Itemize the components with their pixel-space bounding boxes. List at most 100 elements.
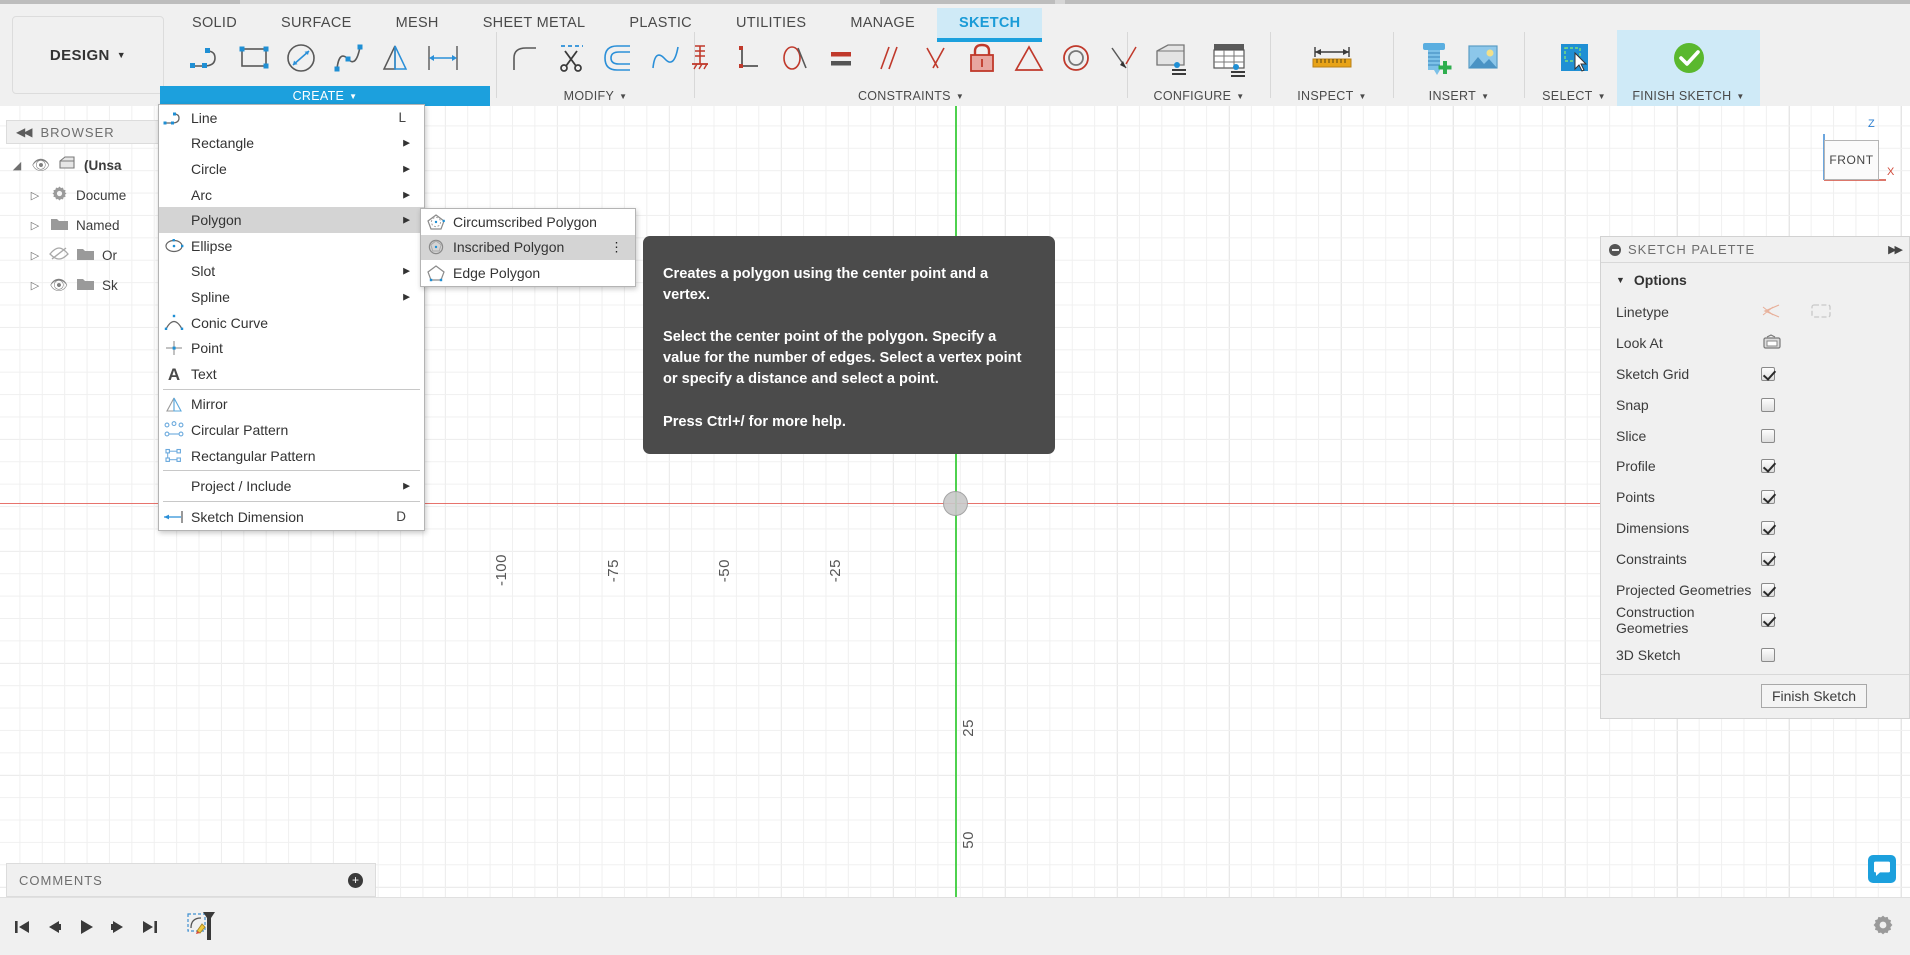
expand-arrow-icon[interactable]: ▷ [24,189,46,202]
expand-arrow-icon[interactable]: ▷ [24,249,46,262]
menu-item-circular-pattern[interactable]: Circular Pattern [159,417,424,443]
play-icon[interactable] [70,907,102,947]
visibility-eye-icon[interactable]: 👁 [46,276,72,294]
expand-right-icon[interactable]: ▶▶ [1888,243,1903,256]
offset-tool-icon[interactable] [596,33,642,83]
collapse-left-icon[interactable]: ◀◀ [16,125,33,139]
trim-scissors-icon[interactable] [549,33,595,83]
points-checkbox[interactable] [1761,490,1775,505]
submenu-item-edge-polygon[interactable]: Edge Polygon [421,260,635,286]
plus-circle-icon[interactable]: + [348,872,363,888]
visibility-eye-off-icon[interactable] [46,246,72,265]
insert-mcmaster-bolt-icon[interactable] [1413,33,1459,83]
submenu-item-inscribed-polygon[interactable]: Inscribed Polygon ⋮ [421,234,635,261]
menu-item-rectangle[interactable]: Rectangle ▶ [159,131,424,157]
centerline-icon[interactable] [1761,302,1783,323]
menu-item-line[interactable]: Line L [159,105,424,131]
create-dropdown-menu[interactable]: Line L Rectangle ▶ Circle ▶ Arc ▶ Polygo… [158,104,425,531]
sketch-grid-checkbox[interactable] [1761,366,1775,381]
construction-geometry-icon[interactable] [1809,302,1833,323]
create-panel-label[interactable]: CREATE ▼ [160,86,490,106]
comments-panel[interactable]: COMMENTS + [6,863,376,897]
projected-geometries-checkbox[interactable] [1761,582,1775,597]
view-cube[interactable]: Z X FRONT [1806,118,1896,198]
modify-panel-label[interactable]: MODIFY ▼ [503,86,688,106]
circle-tool-icon[interactable] [279,33,325,83]
sketch-palette-header[interactable]: SKETCH PALETTE ▶▶ [1601,237,1909,263]
dimensions-checkbox[interactable] [1761,520,1775,535]
profile-checkbox[interactable] [1761,459,1775,474]
lock-constraint-icon[interactable] [959,33,1005,83]
constraints-checkbox[interactable] [1761,551,1775,566]
submenu-item-circumscribed-polygon[interactable]: Circumscribed Polygon [421,209,635,235]
menu-item-text[interactable]: A Text [159,361,424,387]
viewcube-front-face[interactable]: FRONT [1824,140,1879,180]
configure-part-icon[interactable] [1141,33,1199,83]
menu-item-ellipse[interactable]: Ellipse [159,233,424,259]
perpendicular-icon[interactable] [724,33,770,83]
equal-icon[interactable] [818,33,864,83]
step-forward-icon[interactable] [102,907,134,947]
slice-checkbox[interactable] [1761,428,1775,443]
menu-item-spline[interactable]: Spline ▶ [159,284,424,310]
configure-panel-label[interactable]: CONFIGURE ▼ [1134,86,1264,106]
menu-item-point[interactable]: Point [159,335,424,361]
finish-sketch-button[interactable]: Finish Sketch [1760,684,1867,709]
expand-arrow-icon[interactable]: ◢ [6,159,28,172]
menu-item-project-include[interactable]: Project / Include ▶ [159,473,424,499]
tangent-icon[interactable] [771,33,817,83]
menu-item-polygon[interactable]: Polygon ▶ [159,207,424,233]
menu-item-mirror[interactable]: Mirror [159,392,424,418]
folder-icon [46,216,72,235]
look-at-camera-icon[interactable] [1761,333,1783,354]
menu-item-slot[interactable]: Slot ▶ [159,259,424,285]
more-options-icon[interactable]: ⋮ [610,241,623,254]
visibility-eye-icon[interactable]: 👁 [28,156,54,174]
menu-item-rectangular-pattern[interactable]: Rectangular Pattern [159,443,424,469]
configure-table-icon[interactable] [1200,33,1258,83]
mirror-tool-icon[interactable] [373,33,419,83]
workspace-switcher-button[interactable]: DESIGN ▼ [12,16,164,94]
options-section-header[interactable]: ▼ Options [1601,263,1909,297]
snap-checkbox[interactable] [1761,397,1775,412]
finish-sketch-check-icon[interactable] [1666,33,1712,83]
menu-item-arc[interactable]: Arc ▶ [159,182,424,208]
rectangle-tool-icon[interactable] [232,33,278,83]
menu-item-sketch-dimension[interactable]: Sketch Dimension D [159,504,424,530]
panel-finish-sketch[interactable]: FINISH SKETCH ▼ [1617,30,1760,106]
polygon-submenu[interactable]: Circumscribed Polygon Inscribed Polygon … [420,208,636,287]
go-to-end-icon[interactable] [134,907,166,947]
timeline-feature-sketch[interactable] [182,907,222,947]
panel-modify: MODIFY ▼ [503,30,688,106]
insert-image-icon[interactable] [1460,33,1506,83]
help-chat-button[interactable] [1868,855,1896,883]
constraints-panel-label[interactable]: CONSTRAINTS ▼ [701,86,1121,106]
3d-sketch-checkbox[interactable] [1761,647,1775,662]
midpoint-icon[interactable] [912,33,958,83]
go-to-beginning-icon[interactable] [6,907,38,947]
select-window-icon[interactable] [1551,33,1597,83]
sketch-origin-point[interactable] [943,491,968,516]
minimize-icon[interactable] [1609,243,1621,256]
sketch-dimension-tool-icon[interactable] [420,33,466,83]
line-tool-icon[interactable] [185,33,231,83]
finish-sketch-panel-label[interactable]: FINISH SKETCH ▼ [1617,86,1760,106]
gear-icon[interactable] [1872,914,1894,941]
fix-ground-icon[interactable] [677,33,723,83]
menu-item-conic-curve[interactable]: Conic Curve [159,310,424,336]
parallel-icon[interactable] [865,33,911,83]
ellipse-icon [159,233,189,258]
construction-geometries-checkbox[interactable] [1761,613,1775,628]
measure-ruler-icon[interactable] [1303,33,1361,83]
menu-item-circle[interactable]: Circle ▶ [159,156,424,182]
spline-tool-icon[interactable] [326,33,372,83]
expand-arrow-icon[interactable]: ▷ [24,219,46,232]
step-back-icon[interactable] [38,907,70,947]
select-panel-label[interactable]: SELECT ▼ [1531,86,1617,106]
inspect-panel-label[interactable]: INSPECT ▼ [1277,86,1387,106]
symmetry-triangle-icon[interactable] [1006,33,1052,83]
insert-panel-label[interactable]: INSERT ▼ [1400,86,1518,106]
expand-arrow-icon[interactable]: ▷ [24,279,46,292]
concentric-icon[interactable] [1053,33,1099,83]
fillet-tool-icon[interactable] [502,33,548,83]
